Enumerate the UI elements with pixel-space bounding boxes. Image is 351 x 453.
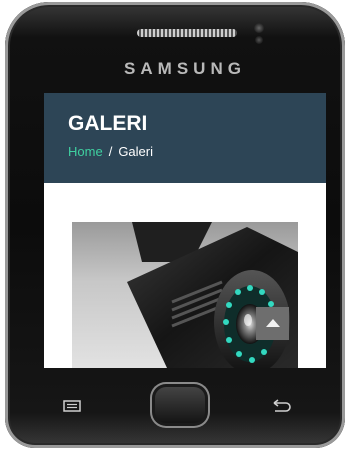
home-icon[interactable]: [150, 382, 210, 428]
page-header: GALERI Home / Galeri: [44, 93, 326, 183]
brand-logo: SAMSUNG: [124, 59, 246, 78]
back-icon[interactable]: [271, 398, 291, 414]
security-camera-image: [127, 222, 298, 368]
front-camera: [254, 23, 264, 33]
page-title: GALERI: [68, 112, 148, 135]
breadcrumb-separator: /: [108, 144, 113, 159]
breadcrumb-home-link[interactable]: Home: [68, 144, 103, 159]
menu-icon[interactable]: [63, 400, 81, 412]
caret-up-icon: [266, 319, 280, 327]
proximity-sensor: [255, 36, 263, 44]
breadcrumb-current: Galeri: [118, 144, 153, 159]
gallery-image[interactable]: [72, 222, 298, 368]
breadcrumb: Home / Galeri: [68, 144, 153, 159]
screen: GALERI Home / Galeri: [44, 93, 326, 368]
scroll-to-top-button[interactable]: [256, 307, 289, 340]
speaker-grille: [137, 29, 237, 37]
